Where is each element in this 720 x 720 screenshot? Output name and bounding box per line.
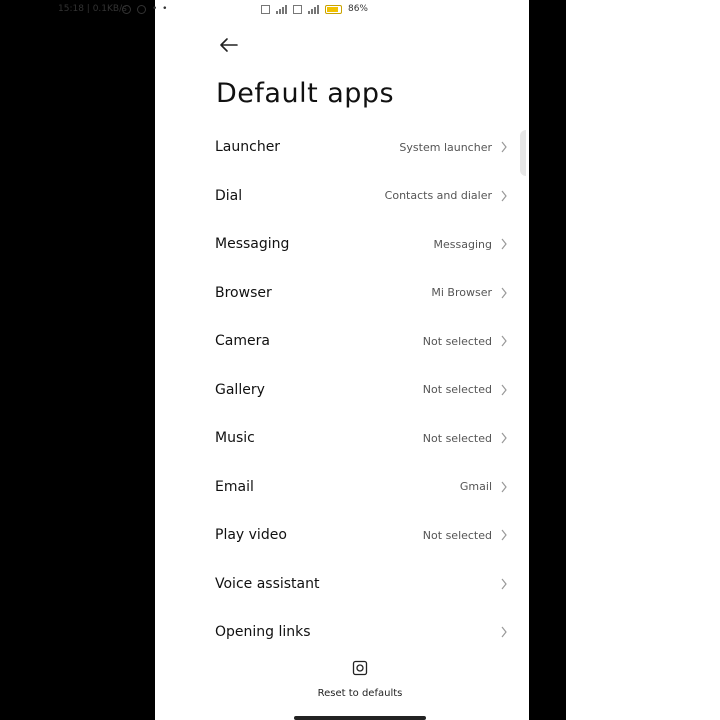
list-item-value: Gmail xyxy=(459,480,492,494)
list-item-value: Not selected xyxy=(422,528,492,542)
list-item-voice-assistant[interactable]: Voice assistant xyxy=(215,560,508,609)
battery-percent: 86% xyxy=(347,4,368,14)
list-item-value: Not selected xyxy=(422,431,492,445)
list-item-gallery[interactable]: Gallery Not selected xyxy=(215,366,508,415)
list-item-value: Not selected xyxy=(422,334,492,348)
list-item-right: Not selected xyxy=(423,529,508,542)
chevron-right-icon xyxy=(501,529,507,541)
list-item-label: Voice assistant xyxy=(215,575,320,592)
list-item-label: Messaging xyxy=(215,236,290,253)
list-item-label: Play video xyxy=(215,527,287,544)
list-item-right: System launcher xyxy=(399,141,508,154)
chevron-right-icon xyxy=(501,141,507,153)
list-item-messaging[interactable]: Messaging Messaging xyxy=(215,220,508,269)
list-item-label: Camera xyxy=(215,333,270,350)
chevron-right-icon xyxy=(501,384,507,396)
list-item-play-video[interactable]: Play video Not selected xyxy=(215,511,508,560)
list-item-launcher[interactable]: Launcher System launcher xyxy=(215,123,508,172)
list-item-browser[interactable]: Browser Mi Browser xyxy=(215,269,508,318)
list-item-right: Not selected xyxy=(423,432,508,445)
list-item-right xyxy=(492,578,508,590)
record-icon xyxy=(137,4,146,14)
chevron-right-icon xyxy=(501,238,507,250)
list-item-right: Not selected xyxy=(423,383,508,396)
more-notifications-dots: • • xyxy=(152,4,169,14)
default-apps-list: Launcher System launcher Dial Contacts a… xyxy=(215,123,508,657)
list-item-dial[interactable]: Dial Contacts and dialer xyxy=(215,172,508,221)
list-item-right: Messaging xyxy=(434,238,508,251)
list-item-right: Mi Browser xyxy=(431,286,508,299)
scrollbar-thumb[interactable] xyxy=(520,130,526,176)
left-letterbox xyxy=(0,0,155,720)
page-title: Default apps xyxy=(216,78,395,109)
reset-icon xyxy=(352,660,368,676)
chevron-right-icon xyxy=(501,481,507,493)
list-item-label: Gallery xyxy=(215,381,265,398)
chevron-right-icon xyxy=(501,626,507,638)
signal-icon xyxy=(275,4,287,14)
back-arrow-icon xyxy=(220,38,238,52)
list-item-label: Dial xyxy=(215,187,243,204)
notification-icon xyxy=(122,4,131,14)
list-item-value: Mi Browser xyxy=(431,286,492,300)
status-bar: 15:18 | 0.1KB/s • • ⁠ ⁠ 86% xyxy=(58,4,368,18)
battery-icon xyxy=(324,4,342,14)
chevron-right-icon xyxy=(501,190,507,202)
right-margin xyxy=(566,0,720,720)
right-letterbox xyxy=(529,0,566,720)
volte-icon: ⁠ xyxy=(260,4,270,14)
signal-icon-2 xyxy=(307,4,319,14)
list-item-value: System launcher xyxy=(399,140,492,154)
volte-icon-2: ⁠ xyxy=(292,4,302,14)
status-right-group: ⁠ ⁠ 86% xyxy=(260,4,368,14)
list-item-right xyxy=(492,626,508,638)
chevron-right-icon xyxy=(501,578,507,590)
home-indicator[interactable] xyxy=(294,716,426,720)
list-item-email[interactable]: Email Gmail xyxy=(215,463,508,512)
list-item-camera[interactable]: Camera Not selected xyxy=(215,317,508,366)
chevron-right-icon xyxy=(501,335,507,347)
list-item-right: Gmail xyxy=(460,480,508,493)
list-item-label: Launcher xyxy=(215,139,281,156)
list-item-label: Email xyxy=(215,478,254,495)
list-item-label: Music xyxy=(215,430,255,447)
list-item-value: Not selected xyxy=(422,383,492,397)
status-time: 15:18 | 0.1KB/s xyxy=(58,4,127,14)
list-item-label: Opening links xyxy=(215,624,311,641)
list-item-value: Contacts and dialer xyxy=(384,189,492,203)
list-item-label: Browser xyxy=(215,284,272,301)
chevron-right-icon xyxy=(501,287,507,299)
list-item-right: Not selected xyxy=(423,335,508,348)
list-item-music[interactable]: Music Not selected xyxy=(215,414,508,463)
list-item-opening-links[interactable]: Opening links xyxy=(215,608,508,657)
list-item-value: Messaging xyxy=(433,237,492,251)
list-item-right: Contacts and dialer xyxy=(385,189,508,202)
reset-to-defaults-button[interactable]: Reset to defaults xyxy=(308,660,412,700)
chevron-right-icon xyxy=(501,432,507,444)
status-notification-icons: • • xyxy=(122,4,168,14)
reset-label: Reset to defaults xyxy=(317,688,403,699)
back-button[interactable] xyxy=(218,34,240,56)
